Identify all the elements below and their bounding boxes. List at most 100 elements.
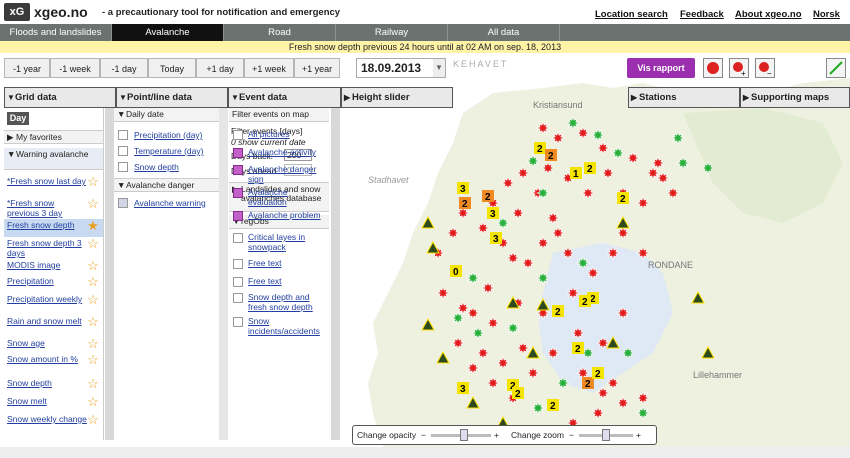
grid-layer-label[interactable]: Fresh snow depth 3 days: [7, 238, 87, 258]
observation-burst-icon[interactable]: [626, 151, 640, 165]
plus-day-button[interactable]: +1 day: [196, 58, 244, 78]
grid-layer-row[interactable]: *Fresh snow last day ☆: [4, 175, 103, 197]
observation-burst-icon[interactable]: [486, 376, 500, 390]
regobs-item-label[interactable]: Critical layes in snowpack: [248, 232, 326, 252]
grid-layer-row[interactable]: Precipitation ☆: [4, 275, 103, 293]
observation-burst-icon[interactable]: [666, 186, 680, 200]
observation-burst-icon[interactable]: [596, 386, 610, 400]
observation-burst-icon[interactable]: [566, 116, 580, 130]
grid-layer-row[interactable]: Snow amount in % ☆: [4, 353, 103, 377]
favorite-star-icon[interactable]: ☆: [86, 337, 100, 351]
grid-layer-label[interactable]: Snow weekly change: [7, 414, 87, 424]
precipitation-checkbox[interactable]: [118, 130, 128, 140]
favorite-star-icon[interactable]: ☆: [86, 377, 100, 391]
minus-day-button[interactable]: -1 day: [100, 58, 148, 78]
warning-avalanche-row[interactable]: ▼ Warning avalanche: [4, 148, 103, 170]
snow-depth-label[interactable]: Snow depth: [134, 162, 179, 172]
daily-date-row[interactable]: ▼ Daily date: [114, 108, 226, 122]
tab-railway[interactable]: Railway: [336, 24, 448, 41]
observation-burst-icon[interactable]: [471, 326, 485, 340]
observation-burst-icon[interactable]: [516, 341, 530, 355]
observation-burst-icon[interactable]: [456, 301, 470, 315]
favorite-star-icon[interactable]: ☆: [86, 259, 100, 273]
minus-week-button[interactable]: -1 week: [50, 58, 100, 78]
regobs-checkbox[interactable]: [233, 233, 243, 243]
regobs-checkbox[interactable]: [233, 211, 243, 221]
plus-year-button[interactable]: +1 year: [294, 58, 340, 78]
grid-layer-row[interactable]: MODIS image ☆: [4, 259, 103, 275]
observation-burst-icon[interactable]: [586, 266, 600, 280]
observation-burst-icon[interactable]: [671, 131, 685, 145]
observation-burst-icon[interactable]: [571, 326, 585, 340]
observation-burst-icon[interactable]: [651, 156, 665, 170]
regobs-item-label[interactable]: All pictures: [248, 129, 326, 139]
snow-depth-checkbox[interactable]: [118, 162, 128, 172]
grid-layer-label[interactable]: Snow melt: [7, 396, 87, 406]
observation-burst-icon[interactable]: [591, 406, 605, 420]
observation-burst-icon[interactable]: [526, 154, 540, 168]
tab-road[interactable]: Road: [224, 24, 336, 41]
grid-layer-row[interactable]: Rain and snow melt ☆: [4, 315, 103, 337]
grid-layer-label[interactable]: Precipitation weekly: [7, 294, 87, 304]
regobs-item-label[interactable]: Snow incidents/accidents: [248, 316, 326, 336]
favorite-star-icon[interactable]: ☆: [86, 413, 100, 427]
observation-burst-icon[interactable]: [436, 286, 450, 300]
regobs-checkbox[interactable]: [233, 188, 243, 198]
observation-burst-icon[interactable]: [546, 211, 560, 225]
minus-year-button[interactable]: -1 year: [4, 58, 50, 78]
draw-tool-icon[interactable]: [826, 58, 846, 78]
favorite-star-icon[interactable]: ☆: [86, 197, 100, 211]
observation-burst-icon[interactable]: [536, 271, 550, 285]
observation-burst-icon[interactable]: [516, 166, 530, 180]
grid-data-header[interactable]: ▼ Grid data: [4, 87, 116, 108]
observation-burst-icon[interactable]: [546, 346, 560, 360]
opacity-plus-icon[interactable]: +: [494, 430, 499, 440]
grid-layer-label[interactable]: Rain and snow melt: [7, 316, 87, 326]
grid-layer-label[interactable]: *Fresh snow previous 3 day: [7, 198, 87, 218]
grid-layer-row[interactable]: Fresh snow depth ★: [4, 219, 103, 237]
grid-layer-label[interactable]: Fresh snow depth: [7, 220, 87, 230]
favorite-star-icon[interactable]: ☆: [86, 353, 100, 367]
date-dropdown-icon[interactable]: ▼: [433, 59, 445, 77]
observation-burst-icon[interactable]: [646, 166, 660, 180]
observation-burst-icon[interactable]: [606, 246, 620, 260]
opacity-minus-icon[interactable]: −: [421, 430, 426, 440]
observation-burst-icon[interactable]: [581, 186, 595, 200]
today-button[interactable]: Today: [148, 58, 196, 78]
filter-events-button[interactable]: Filter events on map: [229, 108, 329, 122]
observation-burst-icon[interactable]: [701, 161, 715, 175]
temperature-checkbox[interactable]: [118, 146, 128, 156]
observation-burst-icon[interactable]: [601, 166, 615, 180]
regobs-item-label[interactable]: Avalanche activity: [248, 147, 326, 157]
observation-burst-icon[interactable]: [521, 256, 535, 270]
regobs-item-label[interactable]: Free text: [248, 276, 326, 286]
observation-burst-icon[interactable]: [636, 391, 650, 405]
observation-burst-icon[interactable]: [506, 321, 520, 335]
grid-layer-label[interactable]: Snow depth: [7, 378, 87, 388]
temperature-label[interactable]: Temperature (day): [134, 146, 203, 156]
add-marker-icon[interactable]: +: [729, 58, 749, 78]
grid-layer-label[interactable]: Snow age: [7, 338, 87, 348]
regobs-checkbox[interactable]: [233, 165, 243, 175]
event-panel-scrollbar[interactable]: [331, 108, 340, 440]
observation-burst-icon[interactable]: [621, 346, 635, 360]
favorite-star-icon[interactable]: ★: [86, 219, 100, 233]
observation-burst-icon[interactable]: [511, 206, 525, 220]
observation-burst-icon[interactable]: [451, 311, 465, 325]
observation-burst-icon[interactable]: [561, 246, 575, 260]
grid-layer-label[interactable]: MODIS image: [7, 260, 87, 270]
grid-layer-row[interactable]: Snow melt ☆: [4, 395, 103, 413]
feedback-link[interactable]: Feedback: [680, 9, 724, 20]
observation-burst-icon[interactable]: [451, 336, 465, 350]
observation-burst-icon[interactable]: [616, 306, 630, 320]
grid-layer-row[interactable]: Snow depth ☆: [4, 377, 103, 395]
favorite-star-icon[interactable]: ☆: [86, 315, 100, 329]
avalanche-warning-checkbox[interactable]: [118, 198, 128, 208]
observation-burst-icon[interactable]: [676, 156, 690, 170]
favorite-star-icon[interactable]: ☆: [86, 293, 100, 307]
point-line-header[interactable]: ▼ Point/line data: [116, 87, 228, 108]
observation-burst-icon[interactable]: [501, 176, 515, 190]
favorite-star-icon[interactable]: ☆: [86, 275, 100, 289]
precipitation-label[interactable]: Precipitation (day): [134, 130, 203, 140]
grid-panel-scrollbar[interactable]: [105, 108, 114, 440]
